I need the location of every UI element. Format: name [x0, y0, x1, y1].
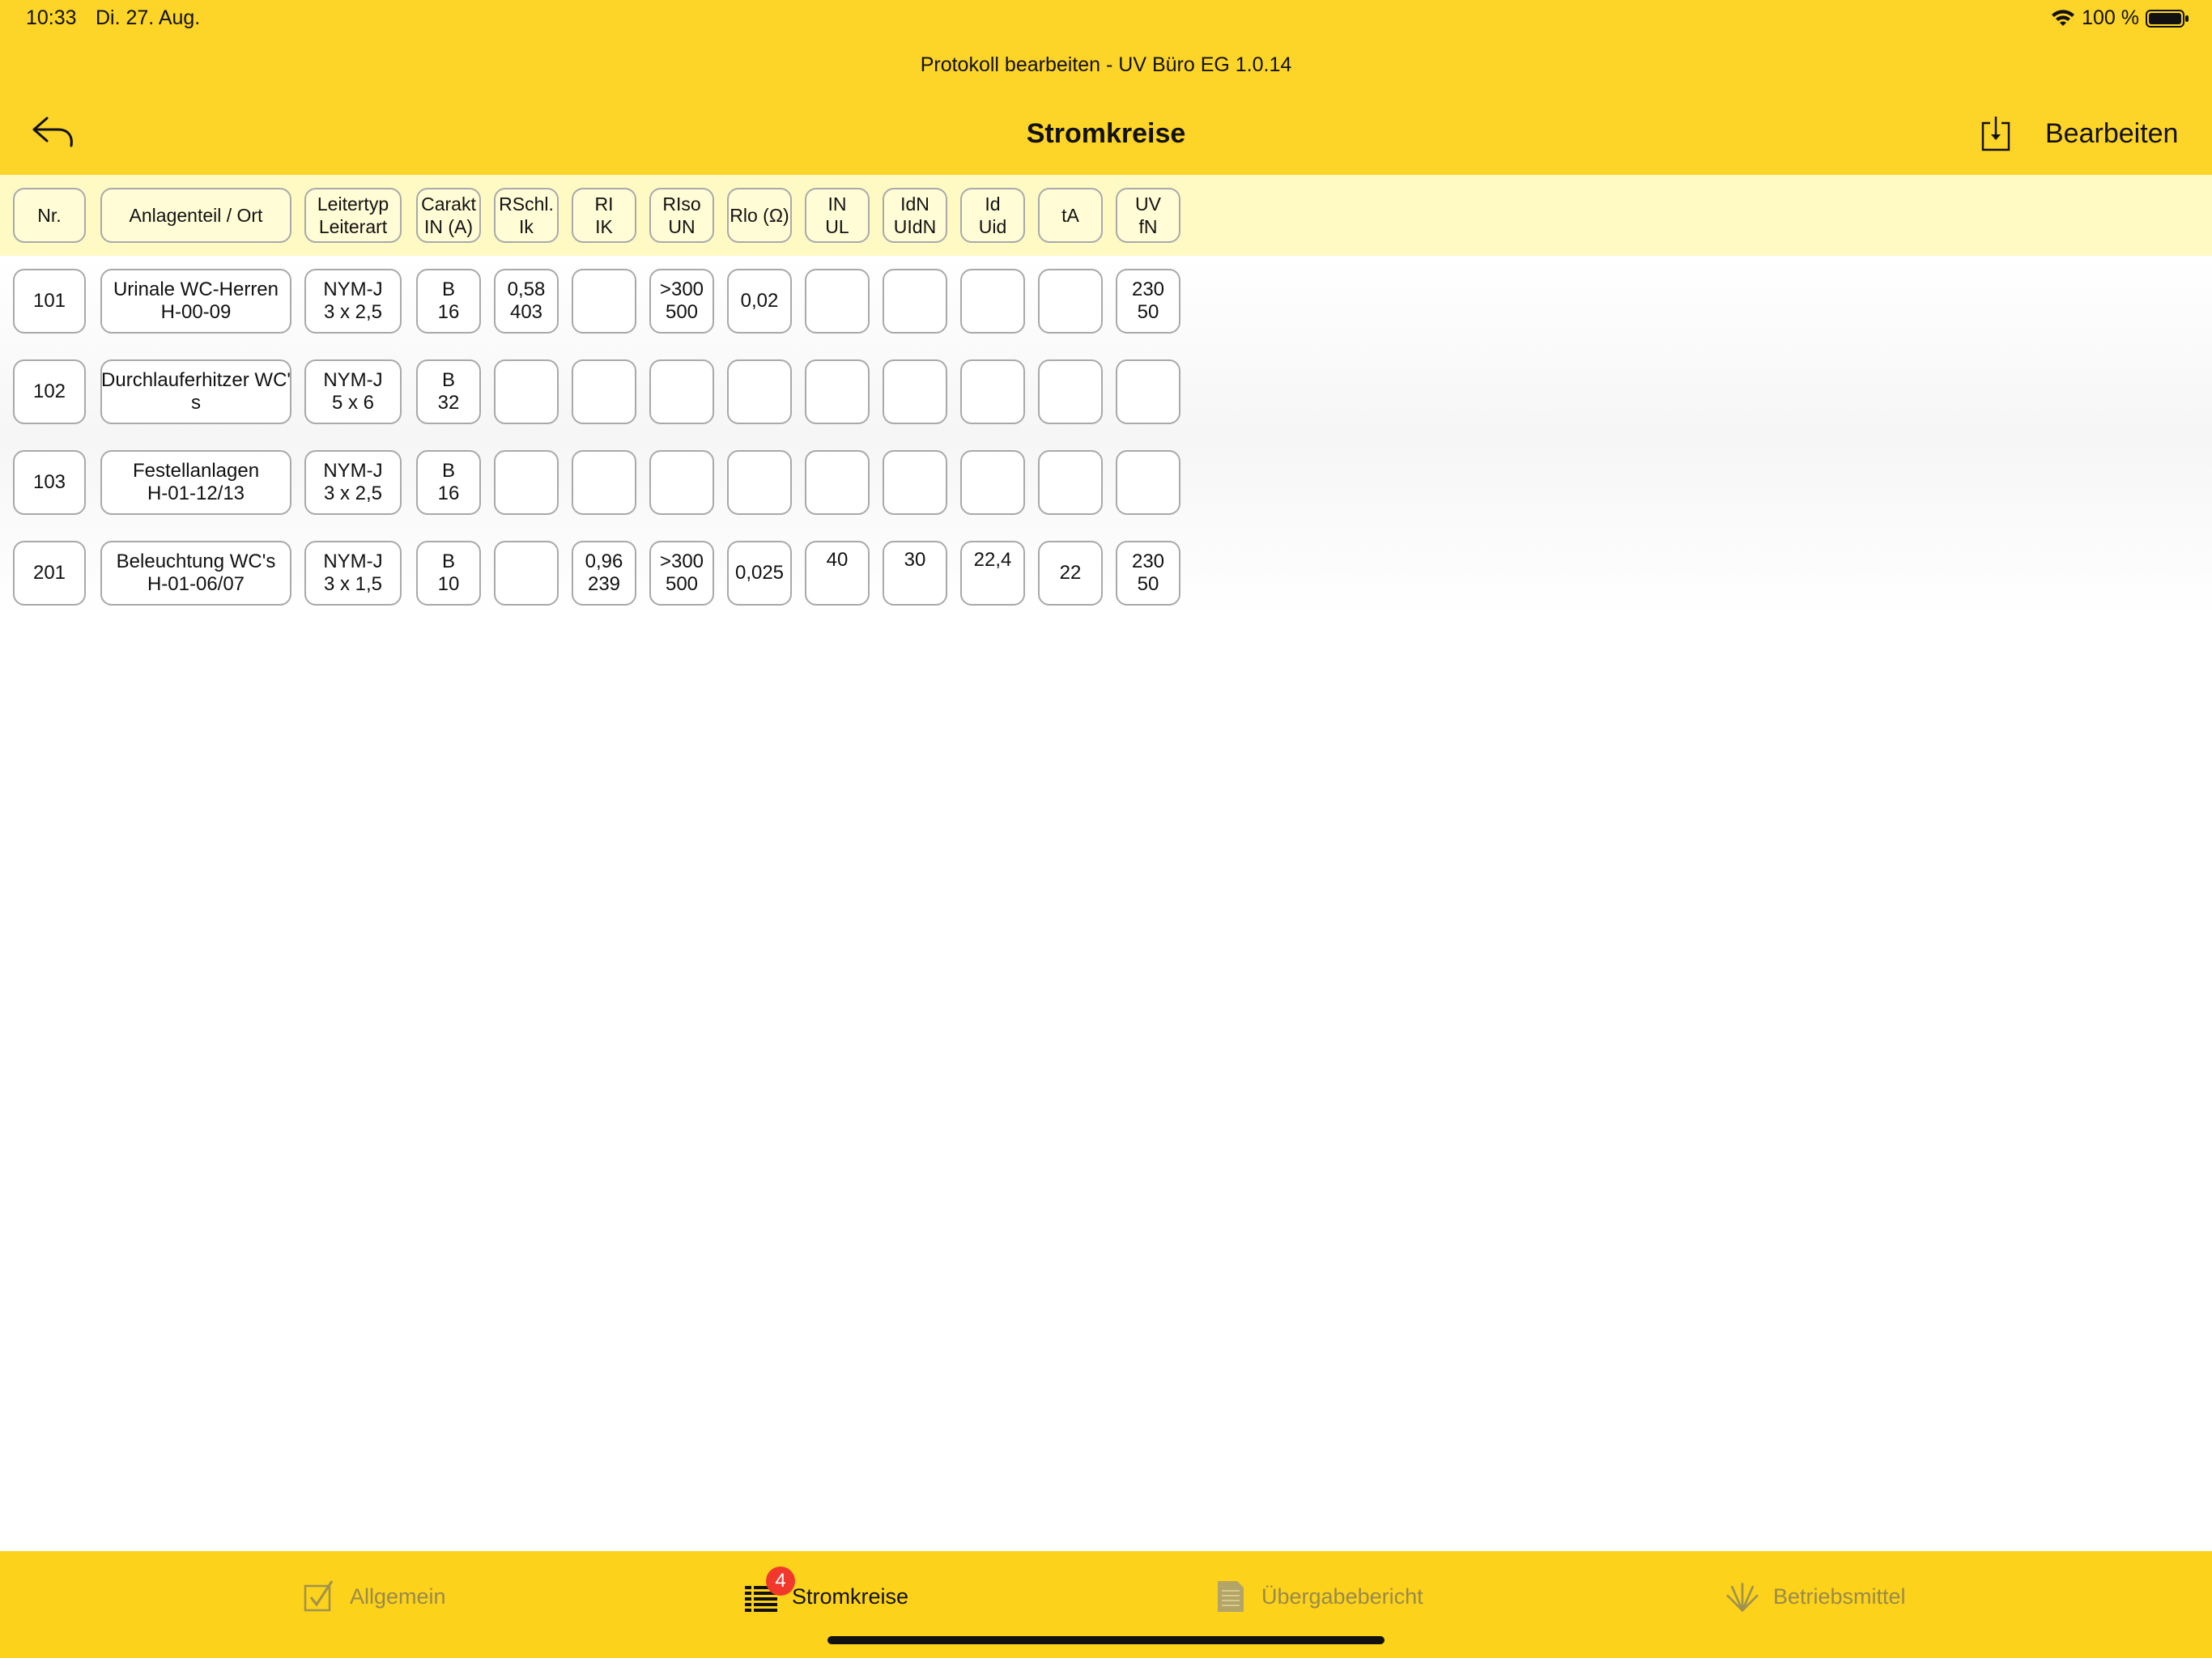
cell-ta[interactable]: [1038, 359, 1103, 424]
cell-nr[interactable]: 201: [13, 541, 86, 606]
cell-nr[interactable]: 102: [13, 359, 86, 424]
cell-ta[interactable]: [1038, 269, 1103, 334]
cell-id[interactable]: [960, 269, 1025, 334]
cell-leitertyp[interactable]: NYM-J 3 x 1,5: [304, 541, 402, 606]
cell-carakt[interactable]: B 16: [416, 450, 481, 515]
header-in[interactable]: IN UL: [805, 188, 870, 243]
cell-nr[interactable]: 103: [13, 450, 86, 515]
table-row[interactable]: 102 Durchlauferhitzer WC' s NYM-J 5 x 6 B3…: [0, 346, 2212, 437]
tab-label: Allgemein: [350, 1584, 446, 1609]
cell-carakt[interactable]: B 10: [416, 541, 481, 606]
cell-riso[interactable]: [649, 359, 714, 424]
cell-anlagenteil[interactable]: Festellanlagen H-01-12/13: [100, 450, 291, 515]
cell-carakt[interactable]: B 32: [416, 359, 481, 424]
tab-label: Stromkreise: [792, 1584, 909, 1609]
cell-rschl[interactable]: 0,58 403: [494, 269, 559, 334]
cell-leitertyp[interactable]: NYM-J 3 x 2,5: [304, 269, 402, 334]
cell-nr[interactable]: 101: [13, 269, 86, 334]
tab-betriebsmittel[interactable]: Betriebsmittel: [1726, 1575, 1906, 1618]
cell-rlo[interactable]: [727, 450, 792, 515]
tab-stromkreise[interactable]: 4 Stromkreise: [745, 1567, 909, 1618]
cell-ta[interactable]: [1038, 450, 1103, 515]
header-ta[interactable]: tA: [1038, 188, 1103, 243]
status-date: Di. 27. Aug.: [96, 6, 201, 29]
tab-uebergabebericht[interactable]: Übergabebericht: [1214, 1575, 1423, 1618]
cell-id[interactable]: [960, 359, 1025, 424]
header-nr[interactable]: Nr.: [13, 188, 86, 243]
cell-anlagenteil[interactable]: Urinale WC-Herren H-00-09: [100, 269, 291, 334]
header-idn[interactable]: IdN UIdN: [883, 188, 947, 243]
header-rschl[interactable]: RSchl. Ik: [494, 188, 559, 243]
cell-leitertyp[interactable]: NYM-J 3 x 2,5: [304, 450, 402, 515]
tools-icon: [1726, 1583, 1759, 1612]
cell-ri[interactable]: [572, 269, 636, 334]
cell-rlo[interactable]: 0,02: [727, 269, 792, 334]
cell-in[interactable]: [805, 450, 870, 515]
tab-allgemein[interactable]: Allgemein: [303, 1575, 446, 1618]
cell-id[interactable]: 22,4: [960, 541, 1025, 606]
cell-carakt[interactable]: B 16: [416, 269, 481, 334]
cell-rschl[interactable]: [494, 359, 559, 424]
cell-ta[interactable]: 22: [1038, 541, 1103, 606]
header-riso[interactable]: RIso UN: [649, 188, 714, 243]
cell-ri[interactable]: [572, 359, 636, 424]
status-indicators: 100 %: [2051, 6, 2189, 30]
window-title: Protokoll bearbeiten - UV Büro EG 1.0.14: [920, 53, 1292, 76]
cell-riso[interactable]: >300 500: [649, 269, 714, 334]
checkbox-icon: [304, 1580, 334, 1612]
header-ri[interactable]: RI IK: [572, 188, 636, 243]
page-title: Stromkreise: [1026, 118, 1186, 149]
cell-id[interactable]: [960, 450, 1025, 515]
header-carakt[interactable]: Carakt IN (A): [416, 188, 481, 243]
wifi-icon: [2052, 9, 2075, 26]
cell-idn[interactable]: 30: [883, 541, 947, 606]
cell-leitertyp[interactable]: NYM-J 5 x 6: [304, 359, 402, 424]
download-icon[interactable]: [1980, 115, 2011, 152]
header-anlagenteil[interactable]: Anlagenteil / Ort: [100, 188, 291, 243]
battery-percentage: 100 %: [2082, 6, 2139, 29]
cell-riso[interactable]: [649, 450, 714, 515]
cell-uv[interactable]: [1116, 359, 1180, 424]
status-time: 10:33: [26, 6, 77, 29]
cell-uv[interactable]: [1116, 450, 1180, 515]
battery-icon: [2146, 9, 2189, 28]
document-icon: [1218, 1581, 1244, 1612]
cell-uv[interactable]: 230 50: [1116, 541, 1180, 606]
cell-rschl[interactable]: [494, 450, 559, 515]
header-uv[interactable]: UV fN: [1116, 188, 1180, 243]
cell-in[interactable]: 40: [805, 541, 870, 606]
table-header: Nr. Anlagenteil / Ort Leitertyp Leiterart…: [0, 175, 2212, 256]
cell-in[interactable]: [805, 359, 870, 424]
cell-anlagenteil[interactable]: Durchlauferhitzer WC' s: [100, 359, 291, 424]
list-icon: 4: [745, 1567, 795, 1613]
cell-idn[interactable]: [883, 450, 947, 515]
cell-rschl[interactable]: [494, 541, 559, 606]
cell-riso[interactable]: >300 500: [649, 541, 714, 606]
cell-in[interactable]: [805, 269, 870, 334]
cell-uv[interactable]: 230 50: [1116, 269, 1180, 334]
table-body: 101 Urinale WC-Herren H-00-09 NYM-J 3 x 2,…: [0, 256, 2212, 619]
table-row[interactable]: 101 Urinale WC-Herren H-00-09 NYM-J 3 x 2,…: [0, 256, 2212, 346]
header-id[interactable]: Id Uid: [960, 188, 1025, 243]
header-rlo[interactable]: Rlo (Ω): [727, 188, 792, 243]
notification-badge: 4: [766, 1567, 795, 1596]
tab-label: Betriebsmittel: [1773, 1584, 1906, 1609]
table-row[interactable]: 201 Beleuchtung WC's H-01-06/07 NYM-J 3 x …: [0, 528, 2212, 619]
table-row[interactable]: 103 Festellanlagen H-01-12/13 NYM-J 3 x 2,…: [0, 437, 2212, 528]
cell-idn[interactable]: [883, 269, 947, 334]
cell-rlo[interactable]: 0,025: [727, 541, 792, 606]
top-bar: 10:33 Di. 27. Aug. 100 % Protokoll bearb…: [0, 0, 2212, 175]
cell-ri[interactable]: [572, 450, 636, 515]
home-indicator[interactable]: [827, 1636, 1385, 1644]
cell-rlo[interactable]: [727, 359, 792, 424]
cell-anlagenteil[interactable]: Beleuchtung WC's H-01-06/07: [100, 541, 291, 606]
header-leitertyp[interactable]: Leitertyp Leiterart: [304, 188, 402, 243]
edit-button[interactable]: Bearbeiten: [2045, 118, 2178, 150]
tab-label: Übergabebericht: [1261, 1584, 1423, 1609]
cell-ri[interactable]: 0,96 239: [572, 541, 636, 606]
cell-idn[interactable]: [883, 359, 947, 424]
